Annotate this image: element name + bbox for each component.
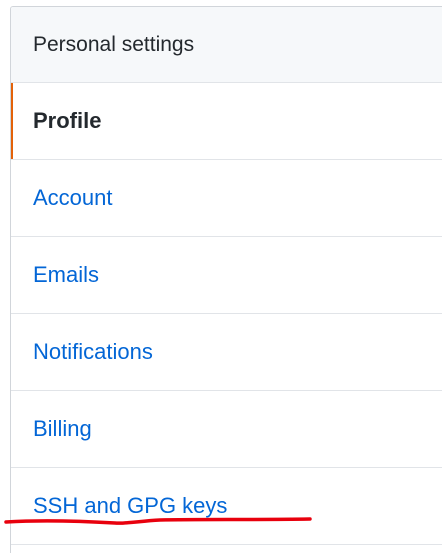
menu-item-emails[interactable]: Emails <box>11 237 442 314</box>
menu-item-label: Billing <box>33 416 92 441</box>
menu-item-account[interactable]: Account <box>11 160 442 237</box>
personal-settings-menu: Personal settings Profile Account Emails… <box>10 6 442 553</box>
menu-item-label: Account <box>33 185 113 210</box>
menu-heading: Personal settings <box>11 7 442 83</box>
menu-item-profile[interactable]: Profile <box>11 83 442 160</box>
menu-item-label: SSH and GPG keys <box>33 493 228 518</box>
menu-item-notifications[interactable]: Notifications <box>11 314 442 391</box>
menu-item-label: Emails <box>33 262 100 287</box>
menu-item-ssh-gpg-keys[interactable]: SSH and GPG keys <box>11 468 442 545</box>
menu-item-label: Profile <box>33 108 102 133</box>
menu-item-label: Notifications <box>33 339 153 364</box>
page: Personal settings Profile Account Emails… <box>0 0 442 553</box>
menu-item-billing[interactable]: Billing <box>11 391 442 468</box>
